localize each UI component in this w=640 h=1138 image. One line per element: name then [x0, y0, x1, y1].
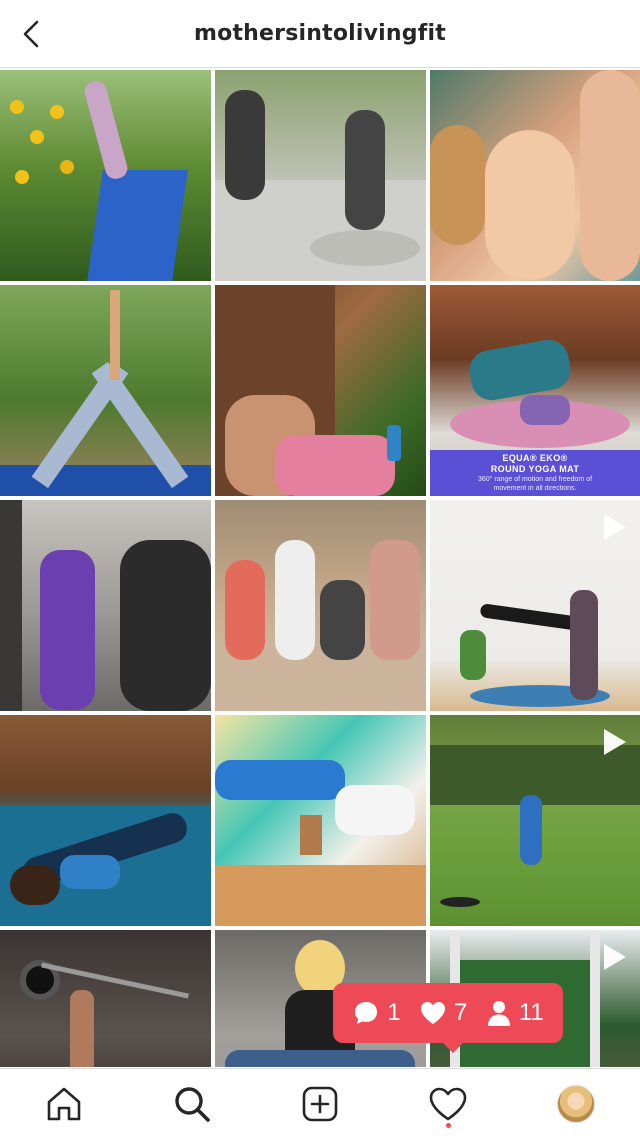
comment-count-value: 1	[387, 999, 401, 1026]
grid-photo-triangle-pose-garden[interactable]	[0, 285, 211, 496]
tab-activity[interactable]	[416, 1074, 480, 1134]
tab-home[interactable]	[32, 1074, 96, 1134]
new-post-icon	[302, 1086, 338, 1121]
video-icon	[604, 514, 626, 540]
tab-search[interactable]	[160, 1074, 224, 1134]
grid-photo-bridge-pose-mandala[interactable]	[215, 715, 426, 926]
grid-photo-family-group-photo[interactable]	[215, 500, 426, 711]
promo-subtitle-line1: 360° range of motion and freedom of	[477, 476, 593, 483]
grid-photo-woman-with-spray-bottle[interactable]	[215, 285, 426, 496]
grid-photo-sunflower-field-yoga[interactable]	[0, 70, 211, 281]
grid-photo-reclined-leg-stretch[interactable]	[0, 715, 211, 926]
profile-avatar	[557, 1084, 595, 1123]
grid-photo-bench-press-workout[interactable]	[0, 930, 211, 1067]
comment-icon	[355, 1002, 378, 1024]
grid-photo-round-yoga-mat-promo[interactable]: EQUA® EKO® ROUND YOGA MAT 360° range of …	[430, 285, 640, 496]
like-count-value: 7	[454, 999, 468, 1026]
grid-photo-gym-mirror-selfie[interactable]	[0, 500, 211, 711]
grid-photo-selfie-with-dog[interactable]	[430, 70, 640, 281]
tab-new-post[interactable]	[288, 1074, 352, 1134]
tab-profile[interactable]	[544, 1074, 608, 1134]
grid-video-boy-running-lawn[interactable]	[430, 715, 640, 926]
profile-header: mothersintolivingfit	[0, 0, 640, 68]
chevron-left-icon	[23, 20, 39, 48]
back-button[interactable]	[22, 14, 66, 54]
like-count: 7	[419, 999, 467, 1027]
person-icon	[487, 1001, 510, 1026]
notification-dot	[446, 1122, 451, 1128]
promo-title-line2: ROUND YOGA MAT	[490, 464, 580, 474]
home-icon	[47, 1087, 81, 1120]
promo-title-line1: EQUA® EKO®	[502, 453, 568, 463]
bottom-tab-bar	[0, 1068, 640, 1138]
activity-heart-icon	[429, 1087, 467, 1120]
photo-grid: EQUA® EKO® ROUND YOGA MAT 360° range of …	[0, 70, 640, 1067]
comment-count: 1	[352, 999, 401, 1027]
heart-icon	[421, 1002, 446, 1024]
grid-video-assisted-headstand[interactable]	[430, 500, 640, 711]
video-icon	[604, 944, 626, 970]
follower-count-value: 11	[518, 999, 544, 1026]
search-icon	[175, 1086, 210, 1122]
follower-count: 11	[486, 999, 544, 1027]
grid-photo-mother-son-meditation[interactable]	[215, 70, 426, 281]
app-screen: mothersintolivingfit EQUA® EKO® ROUND YO…	[0, 0, 640, 1138]
promo-subtitle-line2: movement in all directions.	[493, 485, 577, 492]
activity-notification-bubble[interactable]: 1 7 11	[333, 983, 563, 1053]
promo-banner: EQUA® EKO® ROUND YOGA MAT 360° range of …	[430, 450, 640, 496]
video-icon	[604, 729, 626, 755]
profile-username: mothersintolivingfit	[194, 21, 446, 46]
